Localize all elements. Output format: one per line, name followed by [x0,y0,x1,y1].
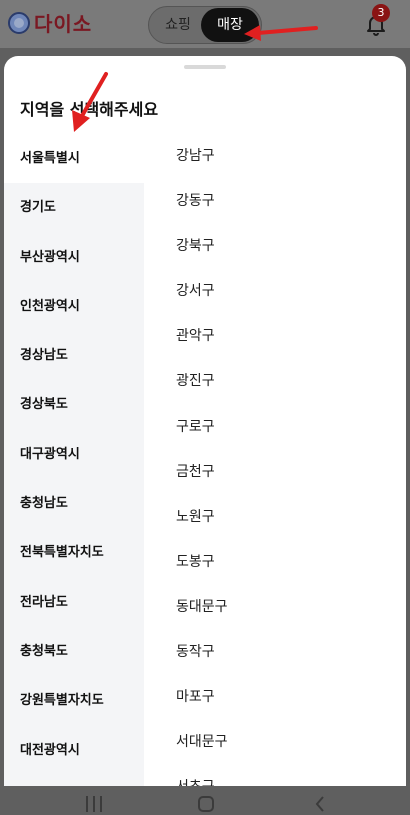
district-list: 강남구 강동구 강북구 강서구 관악구 광진구 구로구 금천구 노원구 도봉구 … [144,134,406,786]
drag-handle[interactable] [184,65,226,69]
daiso-logo[interactable]: 다이소 [8,8,92,37]
tab-shopping[interactable]: 쇼핑 [155,7,201,43]
region-item-gyeonggi[interactable]: 경기도 [4,183,144,232]
home-icon[interactable] [198,796,214,812]
district-item[interactable]: 강서구 [144,269,406,314]
district-item[interactable]: 금천구 [144,450,406,495]
region-item-gyeongbuk[interactable]: 경상북도 [4,380,144,429]
district-item[interactable]: 서초구 [144,765,406,786]
region-item-chungnam[interactable]: 충청남도 [4,479,144,528]
mode-switch: 쇼핑 매장 [148,6,262,44]
district-item[interactable]: 광진구 [144,359,406,404]
district-item[interactable]: 강동구 [144,179,406,224]
district-item[interactable]: 서대문구 [144,720,406,765]
district-item[interactable]: 마포구 [144,675,406,720]
region-item-busan[interactable]: 부산광역시 [4,233,144,282]
sheet-title: 지역을 선택해주세요 [20,100,159,119]
notification-badge: 3 [372,4,390,22]
district-item[interactable]: 구로구 [144,405,406,450]
region-item-incheon[interactable]: 인천광역시 [4,282,144,331]
district-item[interactable]: 도봉구 [144,540,406,585]
app-bar: 다이소 쇼핑 매장 3 [0,0,410,48]
district-item[interactable]: 강북구 [144,224,406,269]
region-item-daejeon[interactable]: 대전광역시 [4,726,144,775]
district-item[interactable]: 노원구 [144,495,406,540]
district-item[interactable]: 강남구 [144,134,406,179]
region-item-jeonnam[interactable]: 전라남도 [4,578,144,627]
tab-store[interactable]: 매장 [201,8,259,42]
daiso-logo-icon [8,11,30,34]
region-item-seoul[interactable]: 서울특별시 [4,134,144,184]
district-item[interactable]: 동대문구 [144,585,406,630]
region-item-gyeongnam[interactable]: 경상남도 [4,331,144,380]
district-item[interactable]: 동작구 [144,630,406,675]
recents-icon[interactable] [86,796,102,812]
back-icon[interactable] [314,796,326,812]
district-item[interactable]: 관악구 [144,314,406,359]
logo-text: 다이소 [34,12,93,36]
region-item-jeonbuk[interactable]: 전북특별자치도 [4,528,144,577]
system-nav-bar [0,786,410,815]
region-select-sheet: 지역을 선택해주세요 서울특별시 경기도 부산광역시 인천광역시 경상남도 경상… [4,56,406,786]
region-item-chungbuk[interactable]: 충청북도 [4,627,144,676]
region-list: 서울특별시 경기도 부산광역시 인천광역시 경상남도 경상북도 대구광역시 충청… [4,134,144,786]
region-item-daegu[interactable]: 대구광역시 [4,430,144,479]
region-item-gangwon[interactable]: 강원특별자치도 [4,676,144,725]
